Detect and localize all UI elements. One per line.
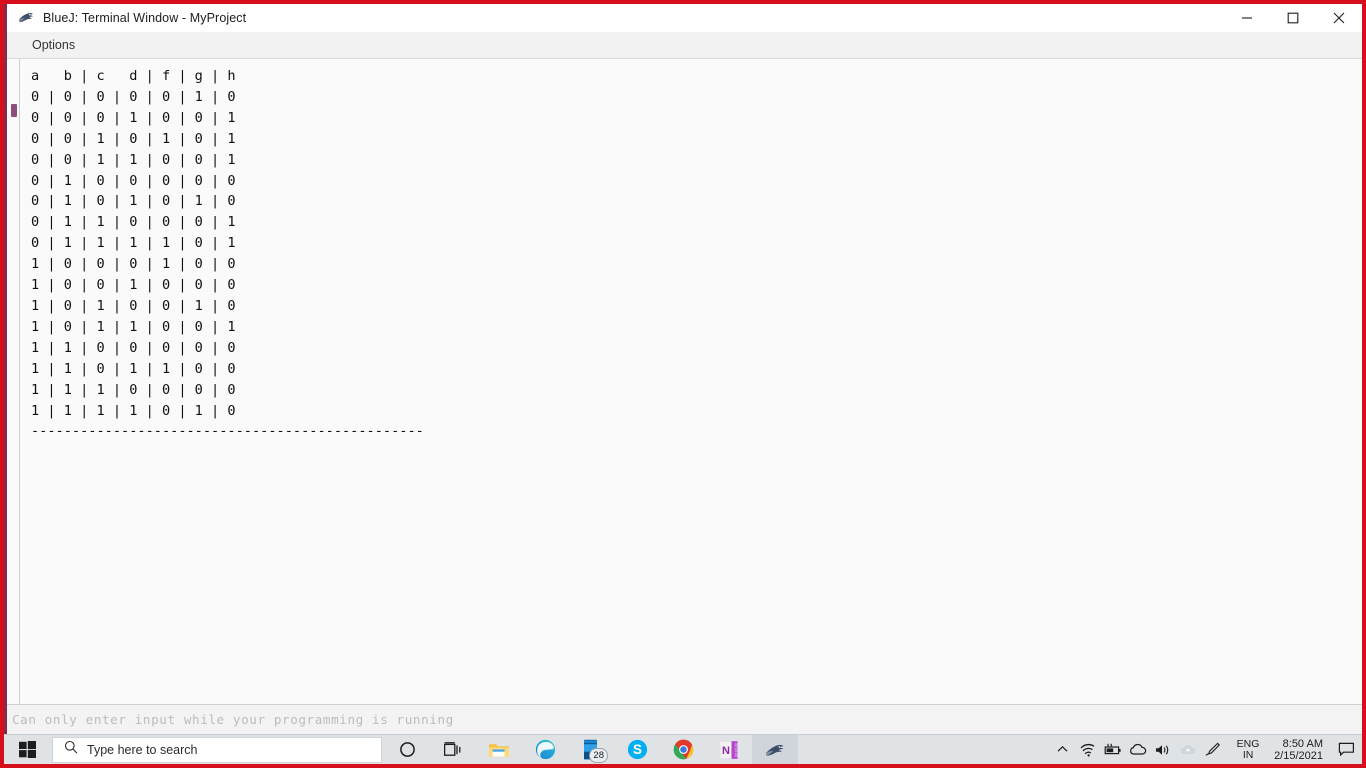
search-icon — [64, 740, 78, 759]
show-hidden-icons-icon[interactable] — [1050, 735, 1075, 765]
skype-icon[interactable]: S — [614, 735, 660, 765]
window-titlebar[interactable]: BlueJ: Terminal Window - MyProject — [7, 4, 1362, 32]
minimize-button[interactable] — [1224, 4, 1270, 32]
system-tray: ENG IN 8:50 AM 2/15/2021 — [1050, 735, 1362, 765]
battery-icon[interactable] — [1100, 735, 1125, 765]
desktop: BlueJ: Terminal Window - MyProject Optio… — [4, 4, 1362, 764]
terminal-area: a b | c d | f | g | h 0 | 0 | 0 | 0 | 0 … — [7, 59, 1362, 704]
terminal-output[interactable]: a b | c d | f | g | h 0 | 0 | 0 | 0 | 0 … — [20, 59, 1362, 704]
maximize-button[interactable] — [1270, 4, 1316, 32]
terminal-text: a b | c d | f | g | h 0 | 0 | 0 | 0 | 0 … — [31, 68, 424, 440]
language-line-2: IN — [1242, 748, 1254, 761]
vertical-scrollbar[interactable] — [7, 59, 20, 704]
microsoft-edge-icon[interactable] — [522, 735, 568, 765]
search-placeholder: Type here to search — [87, 742, 198, 757]
file-explorer-icon[interactable] — [476, 735, 522, 765]
bluej-taskbar-icon[interactable] — [752, 734, 798, 764]
clock[interactable]: 8:50 AM 2/15/2021 — [1268, 735, 1332, 765]
task-view-icon[interactable] — [430, 735, 476, 765]
wifi-icon[interactable] — [1075, 735, 1100, 765]
messaging-app-icon[interactable]: 28 — [568, 735, 614, 765]
close-button[interactable] — [1316, 4, 1362, 32]
notifications-icon[interactable] — [1332, 735, 1360, 765]
pen-workspace-icon[interactable] — [1200, 735, 1225, 765]
scrollbar-track[interactable] — [11, 59, 17, 704]
taskbar-search[interactable]: Type here to search — [52, 736, 382, 763]
menu-item-options[interactable]: Options — [23, 35, 84, 55]
bluej-terminal-window: BlueJ: Terminal Window - MyProject Optio… — [4, 4, 1362, 734]
google-chrome-icon[interactable] — [660, 735, 706, 765]
clock-time: 8:50 AM — [1282, 737, 1323, 750]
onedrive-icon[interactable] — [1125, 735, 1150, 765]
volume-icon[interactable] — [1150, 735, 1175, 765]
clock-date: 2/15/2021 — [1274, 749, 1323, 762]
language-line-1: ENG — [1236, 737, 1260, 750]
svg-text:S: S — [632, 742, 641, 757]
bluej-icon — [17, 9, 35, 27]
window-controls — [1224, 4, 1362, 32]
windows-taskbar: Type here to search 28 S N ENG IN 8:50 A… — [4, 734, 1362, 764]
cloud-sync-icon[interactable] — [1175, 735, 1200, 765]
window-title: BlueJ: Terminal Window - MyProject — [43, 11, 247, 25]
language-indicator[interactable]: ENG IN — [1228, 735, 1268, 765]
terminal-input-bar[interactable]: Can only enter input while your programm… — [7, 704, 1362, 734]
messaging-badge: 28 — [589, 747, 608, 763]
menu-bar: Options — [7, 32, 1362, 59]
cortana-icon[interactable] — [384, 735, 430, 765]
onenote-icon[interactable]: N — [706, 735, 752, 765]
svg-text:N: N — [722, 745, 730, 757]
start-button[interactable] — [4, 735, 50, 765]
scrollbar-thumb[interactable] — [11, 104, 17, 117]
terminal-input-hint: Can only enter input while your programm… — [12, 712, 454, 727]
screen-recording-frame: BlueJ: Terminal Window - MyProject Optio… — [0, 0, 1366, 768]
